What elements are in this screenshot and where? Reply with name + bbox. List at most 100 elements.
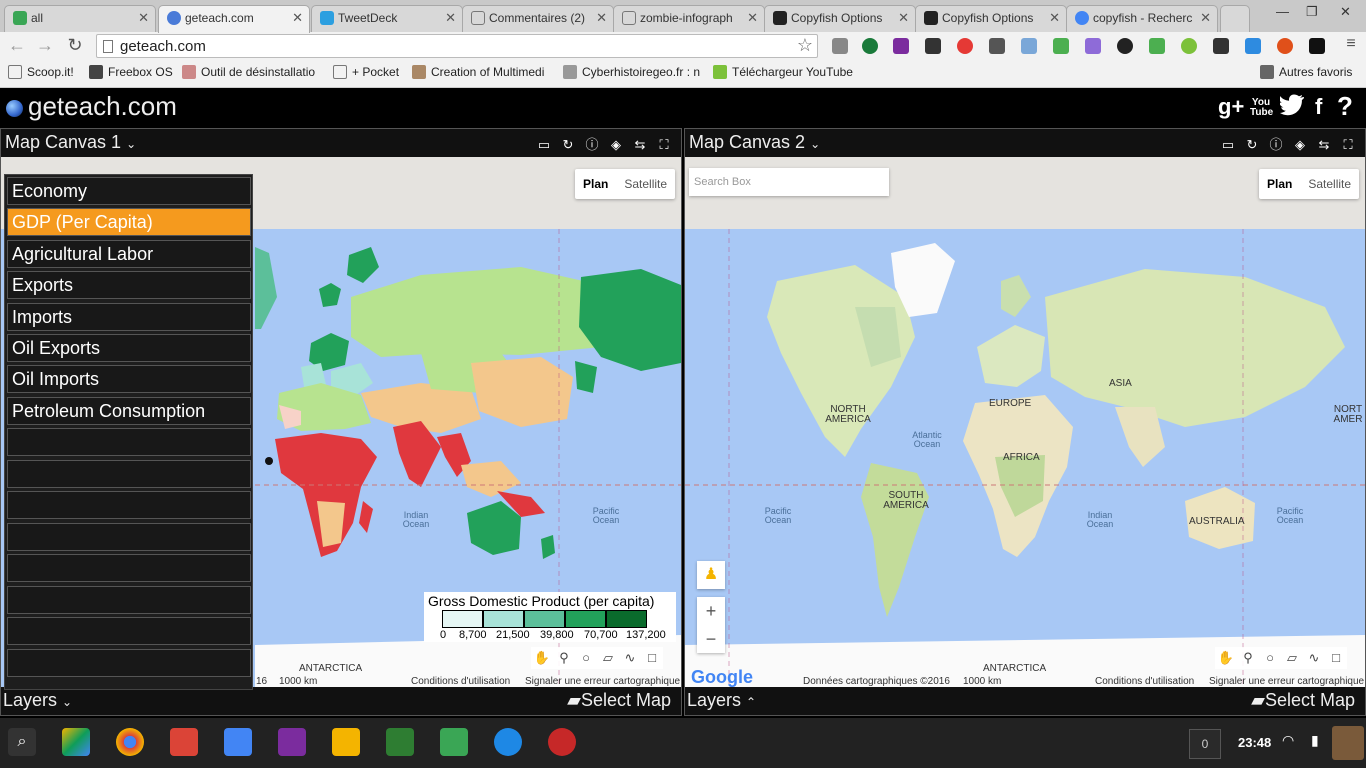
forward-arrow-icon[interactable]: →: [34, 35, 56, 56]
circle-icon[interactable]: ○: [1259, 647, 1281, 669]
docs-icon[interactable]: [224, 728, 252, 756]
google-plus-icon[interactable]: g+: [1218, 94, 1244, 120]
layers-toggle[interactable]: Layers ⌃: [687, 690, 756, 711]
extension-icon[interactable]: [1053, 38, 1069, 54]
menu-item-empty[interactable]: [7, 586, 251, 614]
film-icon[interactable]: [925, 38, 941, 54]
bookmark-item[interactable]: Scoop.it!: [8, 65, 74, 79]
restore-icon[interactable]: ❐: [1306, 4, 1318, 20]
extension-icon[interactable]: [957, 38, 973, 54]
layers-toggle[interactable]: Layers ⌄: [3, 690, 72, 711]
hand-icon[interactable]: ✋: [1215, 647, 1237, 669]
address-bar[interactable]: geteach.com ☆: [96, 34, 818, 58]
bookmark-item[interactable]: Cyberhistoiregeo.fr : n: [563, 65, 703, 79]
search-icon[interactable]: ⌕: [8, 728, 36, 756]
site-logo[interactable]: geteach.com: [28, 91, 177, 122]
close-icon[interactable]: ✕: [138, 6, 149, 30]
close-icon[interactable]: ✕: [445, 6, 456, 30]
twitter-icon[interactable]: [1279, 94, 1305, 122]
bookmark-item[interactable]: Creation of Multimedi: [412, 65, 552, 79]
chrome-icon[interactable]: [116, 728, 144, 756]
close-icon[interactable]: ✕: [1200, 6, 1211, 30]
rectangle-icon[interactable]: □: [641, 647, 663, 669]
bookmark-item[interactable]: + Pocket: [333, 65, 399, 79]
canvas-1-title-dropdown[interactable]: Map Canvas 1 ⌄: [5, 132, 136, 153]
menu-item-oil-exports[interactable]: Oil Exports: [7, 334, 251, 362]
plan-button[interactable]: Plan: [1259, 169, 1300, 199]
wifi-icon[interactable]: ◠: [1282, 732, 1294, 749]
extension-icon[interactable]: [1245, 38, 1261, 54]
refresh-icon[interactable]: ↻: [559, 137, 577, 153]
satellite-button[interactable]: Satellite: [1300, 169, 1359, 199]
extension-icon[interactable]: [832, 38, 848, 54]
terms-link[interactable]: Conditions d'utilisation: [411, 676, 510, 687]
canvas-2-title-dropdown[interactable]: Map Canvas 2 ⌄: [689, 132, 820, 153]
files-icon[interactable]: [494, 728, 522, 756]
tab-zombie[interactable]: zombie-infograph ✕: [613, 5, 765, 32]
marker-icon[interactable]: ⚲: [1237, 647, 1259, 669]
menu-item-petroleum-consumption[interactable]: Petroleum Consumption: [7, 397, 251, 425]
tab-all[interactable]: all ✕: [4, 5, 156, 32]
extension-icon[interactable]: [1117, 38, 1133, 54]
ruler-icon[interactable]: ▭: [535, 137, 553, 153]
onenote-icon[interactable]: [893, 38, 909, 54]
onenote-icon[interactable]: [278, 728, 306, 756]
ruler-icon[interactable]: ▭: [1219, 137, 1237, 153]
menu-item-empty[interactable]: [7, 649, 251, 677]
swap-icon[interactable]: ⇆: [1315, 137, 1333, 153]
refresh-icon[interactable]: ↻: [1243, 137, 1261, 153]
extension-icon[interactable]: [1277, 38, 1293, 54]
fullscreen-icon[interactable]: ⛶: [655, 137, 673, 153]
map-2-view[interactable]: Search Box Plan Satellite NORTH AMERICA S…: [685, 157, 1365, 689]
select-map-button[interactable]: ▰Select Map: [1251, 690, 1355, 711]
street-view-pegman-icon[interactable]: ♟: [697, 561, 725, 589]
menu-item-empty[interactable]: [7, 523, 251, 551]
tab-google-search[interactable]: copyfish - Recherc ✕: [1066, 5, 1218, 32]
tab-copyfish-1[interactable]: Copyfish Options ✕: [764, 5, 916, 32]
tab-tweetdeck[interactable]: TweetDeck ✕: [311, 5, 463, 32]
menu-item-oil-imports[interactable]: Oil Imports: [7, 365, 251, 393]
reload-icon[interactable]: ↻: [64, 35, 86, 56]
polyline-icon[interactable]: ∿: [619, 647, 641, 669]
chat-icon[interactable]: [1213, 38, 1229, 54]
swap-icon[interactable]: ⇆: [631, 137, 649, 153]
pen-icon[interactable]: [1085, 38, 1101, 54]
layers-icon[interactable]: ◈: [1291, 137, 1309, 153]
menu-item-empty[interactable]: [7, 554, 251, 582]
menu-item-imports[interactable]: Imports: [7, 303, 251, 331]
menu-item-exports[interactable]: Exports: [7, 271, 251, 299]
menu-item-empty[interactable]: [7, 428, 251, 456]
fish-icon[interactable]: [1309, 38, 1325, 54]
menu-item-agricultural-labor[interactable]: Agricultural Labor: [7, 240, 251, 268]
circle-icon[interactable]: ○: [575, 647, 597, 669]
report-error-link[interactable]: Signaler une erreur cartographique: [1209, 676, 1364, 687]
tab-geteach[interactable]: geteach.com ✕: [158, 5, 310, 33]
youtube-icon[interactable]: You Tube: [1250, 98, 1273, 118]
photos-icon[interactable]: [548, 728, 576, 756]
menu-item-empty[interactable]: [7, 491, 251, 519]
close-icon[interactable]: ✕: [292, 6, 303, 30]
bookmark-item[interactable]: Outil de désinstallatio: [182, 65, 322, 79]
close-icon[interactable]: ✕: [747, 6, 758, 30]
camera-icon[interactable]: [1021, 38, 1037, 54]
plan-button[interactable]: Plan: [575, 169, 616, 199]
bookmark-item[interactable]: Téléchargeur YouTube: [713, 65, 853, 79]
menu-icon[interactable]: ≡: [1340, 35, 1362, 53]
menu-item-empty[interactable]: [7, 460, 251, 488]
clock[interactable]: 23:48: [1238, 735, 1271, 750]
facebook-icon[interactable]: f: [1315, 94, 1322, 120]
terms-link[interactable]: Conditions d'utilisation: [1095, 676, 1194, 687]
print-icon[interactable]: [1149, 38, 1165, 54]
battery-icon[interactable]: ▮: [1311, 732, 1319, 749]
back-arrow-icon[interactable]: ←: [6, 35, 28, 56]
extension-icon[interactable]: [1181, 38, 1197, 54]
report-error-link[interactable]: Signaler une erreur cartographique: [525, 676, 680, 687]
bookmark-star-icon[interactable]: ☆: [797, 35, 813, 56]
extension-icon[interactable]: [862, 38, 878, 54]
tab-copyfish-2[interactable]: Copyfish Options ✕: [915, 5, 1067, 32]
info-icon[interactable]: ⓘ: [583, 134, 601, 152]
bookmark-item[interactable]: Freebox OS: [89, 65, 173, 79]
other-bookmarks[interactable]: Autres favoris: [1260, 65, 1352, 79]
close-icon[interactable]: ✕: [898, 6, 909, 30]
menu-item-gdp-per-capita[interactable]: GDP (Per Capita): [7, 208, 251, 236]
